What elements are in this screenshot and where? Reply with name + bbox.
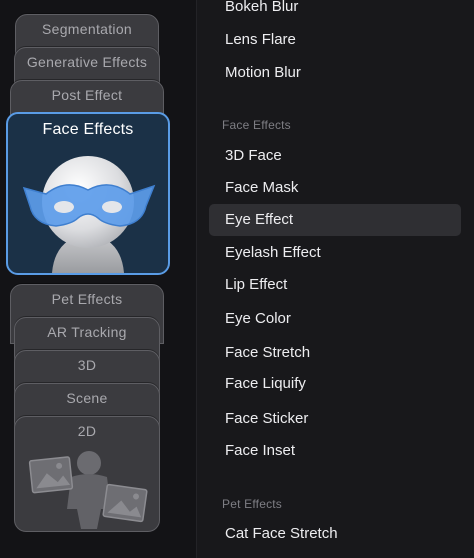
masked-head-icon xyxy=(22,156,156,273)
section-label-pet-effects: Pet Effects xyxy=(222,497,283,511)
category-label: Generative Effects xyxy=(26,54,148,70)
effect-item-motion-blur[interactable]: Motion Blur xyxy=(209,57,461,89)
effect-item-eye-color[interactable]: Eye Color xyxy=(209,303,461,335)
category-label: Face Effects xyxy=(42,121,134,138)
category-label: 2D xyxy=(77,423,97,439)
category-label: Post Effect xyxy=(51,87,123,103)
effect-item-lens-flare[interactable]: Lens Flare xyxy=(209,24,461,56)
category-card-face-effects[interactable]: Face Effects xyxy=(6,112,170,275)
category-card-2d[interactable]: 2D xyxy=(14,416,160,532)
person-with-images-icon xyxy=(28,451,148,529)
effect-item-face-stretch[interactable]: Face Stretch xyxy=(209,337,461,369)
category-label: Scene xyxy=(66,390,108,406)
category-label: Segmentation xyxy=(42,21,132,37)
effect-list: Bokeh Blur Lens Flare Motion Blur Face E… xyxy=(197,0,474,558)
section-label-face-effects: Face Effects xyxy=(222,118,291,132)
category-label: Pet Effects xyxy=(51,291,123,307)
category-panel: Segmentation Generative Effects Post Eff… xyxy=(0,0,196,558)
effect-item-3d-face[interactable]: 3D Face xyxy=(209,140,461,172)
effect-item-face-liquify[interactable]: Face Liquify xyxy=(209,368,461,400)
effect-item-face-mask[interactable]: Face Mask xyxy=(209,172,461,204)
effect-item-eye-effect[interactable]: Eye Effect xyxy=(209,204,461,236)
effect-item-face-inset[interactable]: Face Inset xyxy=(209,435,461,467)
effect-item-face-sticker[interactable]: Face Sticker xyxy=(209,403,461,435)
effect-item-cat-face-stretch[interactable]: Cat Face Stretch xyxy=(209,518,461,550)
category-label: 3D xyxy=(77,357,97,373)
effect-item-bokeh-blur[interactable]: Bokeh Blur xyxy=(209,0,461,23)
effect-item-lip-effect[interactable]: Lip Effect xyxy=(209,269,461,301)
effect-item-eyelash-effect[interactable]: Eyelash Effect xyxy=(209,237,461,269)
category-label: AR Tracking xyxy=(47,324,127,340)
